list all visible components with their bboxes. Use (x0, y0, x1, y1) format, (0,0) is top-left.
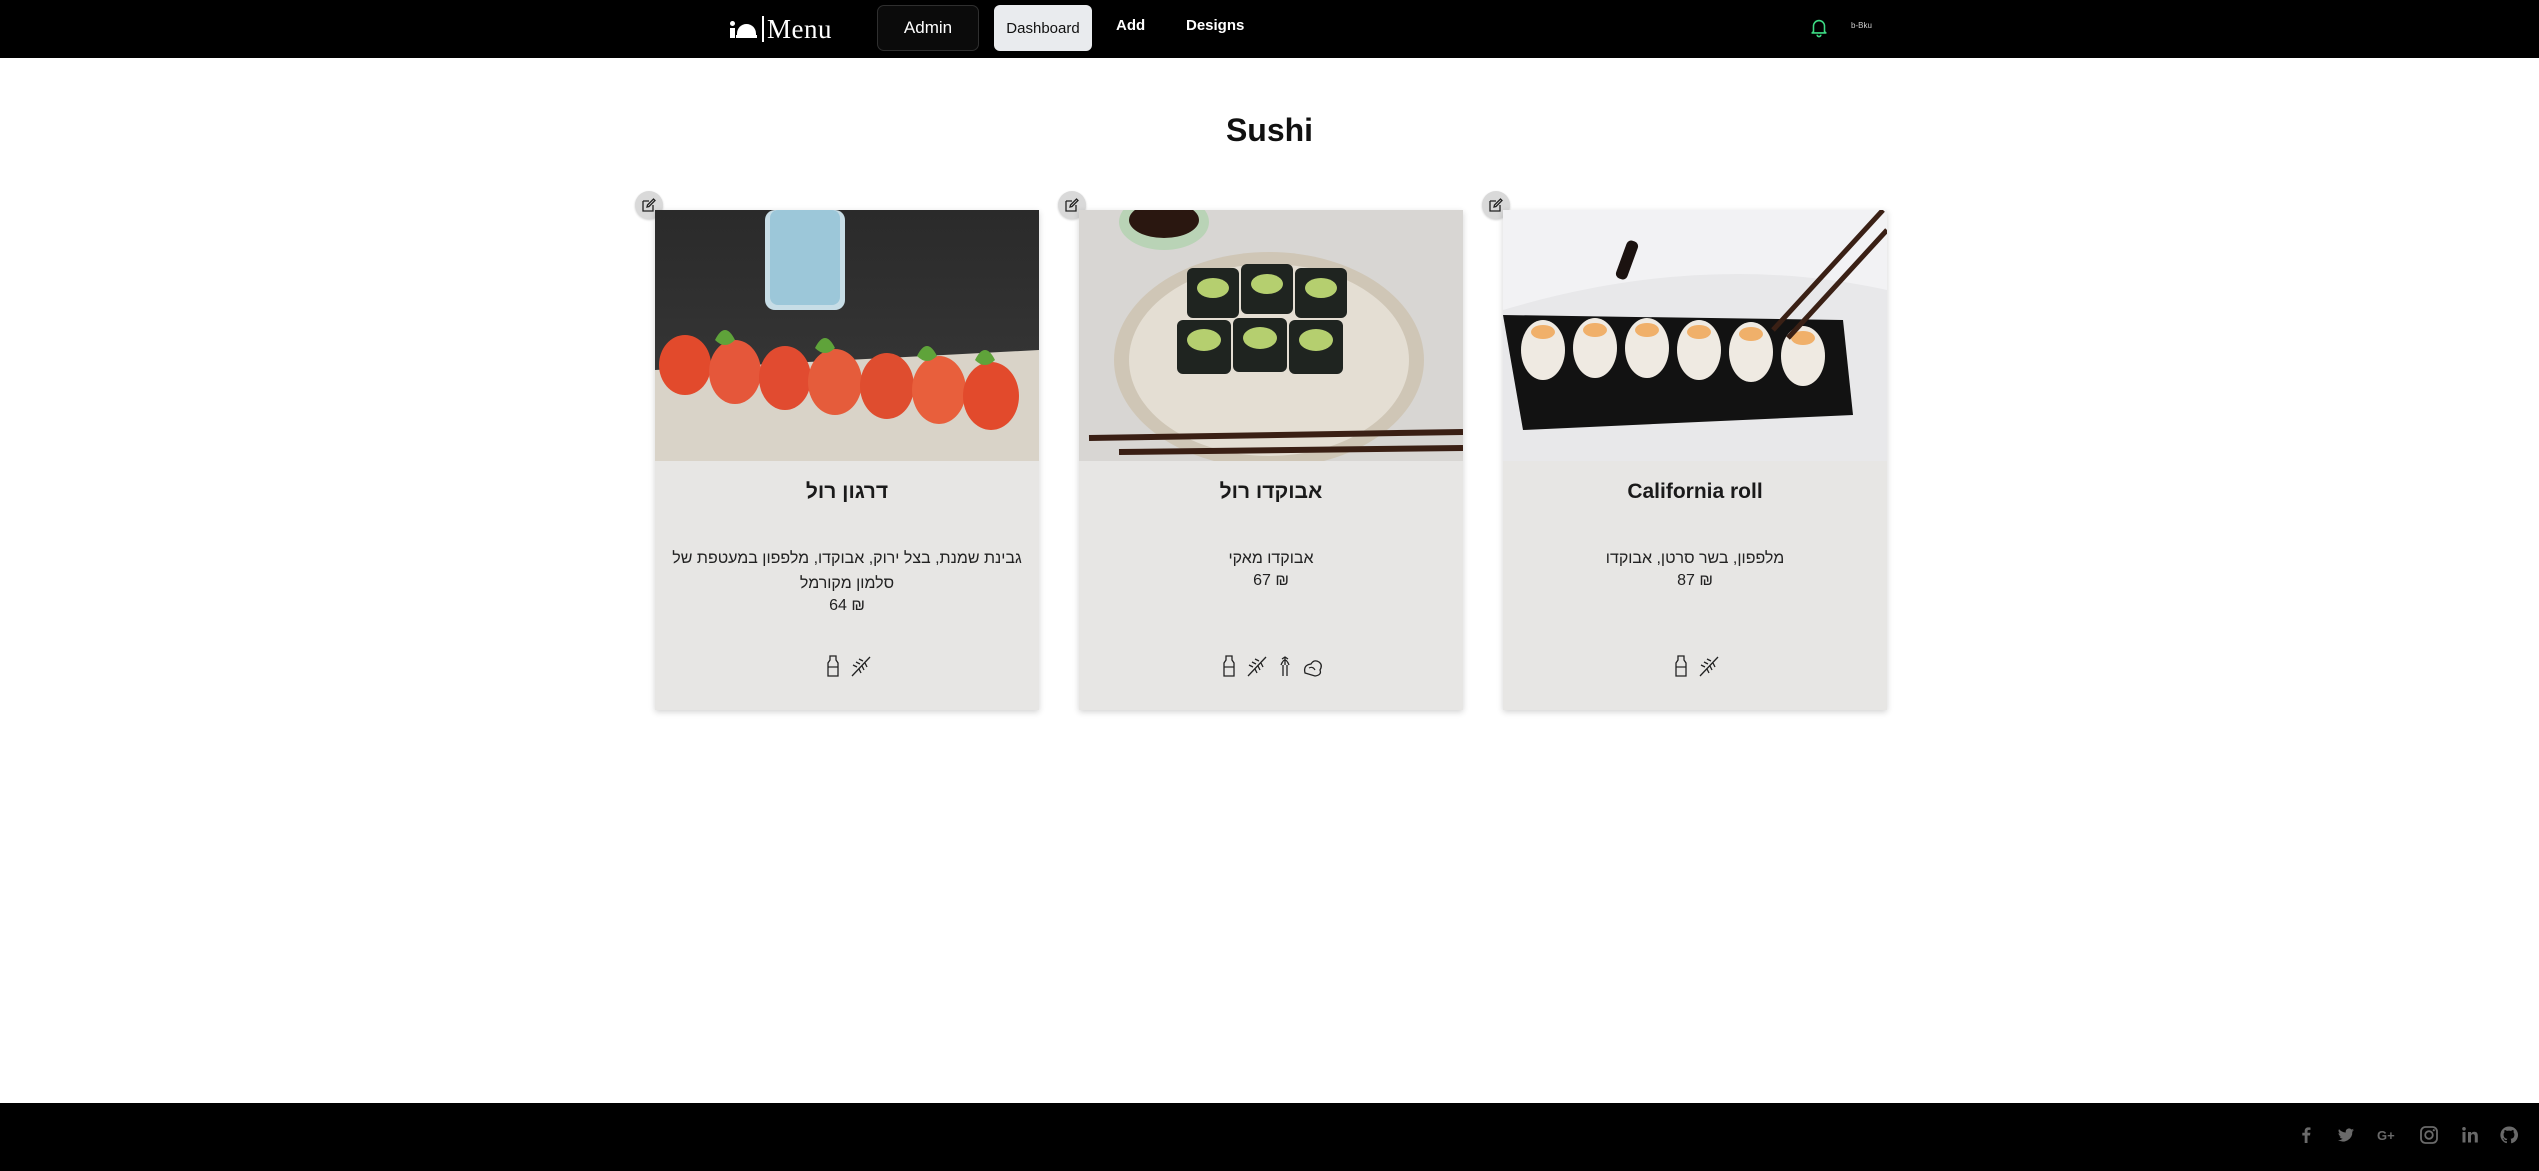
menu-item-card[interactable]: אבוקדו רול אבוקדו מאקי 67 ₪ (1079, 210, 1463, 710)
twitter-icon[interactable] (2335, 1124, 2357, 1146)
dish-image (1503, 210, 1887, 461)
edit-icon (1065, 198, 1079, 212)
wheat-icon (1247, 656, 1267, 677)
dish-description: מלפפון, בשר סרטן, אבוקדו (1605, 550, 1785, 567)
dish-description: אבוקדו מאקי (1228, 550, 1314, 567)
allergen-icons (1503, 653, 1887, 679)
instagram-icon[interactable] (2418, 1124, 2440, 1146)
bell-icon[interactable] (1808, 15, 1830, 39)
linkedin-icon[interactable] (2459, 1124, 2481, 1146)
menu-item-card[interactable]: דרגון רול גבינת שמנת, בצל ירוק, אבוקדו, … (655, 210, 1039, 710)
user-avatar-label[interactable]: b-Bku (1851, 21, 1872, 30)
nav-add[interactable]: Add (1116, 17, 1145, 34)
wheat-icon (1699, 656, 1719, 677)
wheat-icon (851, 656, 871, 677)
menu-item-card[interactable]: California roll מלפפון, בשר סרטן, אבוקדו… (1503, 210, 1887, 710)
dish-name: California roll (1627, 480, 1763, 503)
page-title: Sushi (1225, 112, 1314, 148)
allergen-icons (655, 653, 1039, 679)
facebook-icon[interactable] (2295, 1124, 2317, 1146)
admin-button[interactable]: Admin (877, 5, 979, 51)
celery-icon (1280, 656, 1290, 676)
nav-designs[interactable]: Designs (1186, 17, 1244, 34)
dish-description: גבינת שמנת, בצל ירוק, אבוקדו, מלפפון במע… (672, 550, 1022, 592)
edit-icon (1489, 198, 1503, 212)
milk-icon (827, 655, 839, 677)
github-icon[interactable] (2498, 1124, 2520, 1146)
milk-icon (1675, 655, 1687, 677)
dish-price: 67 ₪ (1253, 572, 1289, 589)
dish-name: דרגון רול (805, 480, 889, 503)
egg-icon (1303, 660, 1322, 677)
google-plus-icon[interactable]: G+ (2376, 1124, 2398, 1146)
dish-image (1079, 210, 1463, 461)
nav-dashboard[interactable]: Dashboard (994, 5, 1092, 51)
svg-text:G+: G+ (2377, 1128, 2395, 1143)
logo-text: Menu (762, 16, 832, 43)
allergen-icons (1079, 653, 1463, 679)
cloche-logo-icon (730, 19, 757, 39)
top-navbar: Menu Admin Dashboard Add Designs b-Bku (0, 0, 2539, 58)
dish-name: אבוקדו רול (1219, 480, 1323, 503)
footer (0, 1103, 2539, 1171)
dish-price: 87 ₪ (1677, 572, 1713, 589)
dish-image (655, 210, 1039, 461)
dish-price: 64 ₪ (829, 597, 865, 614)
milk-icon (1223, 655, 1235, 677)
menu-logo[interactable]: Menu (730, 12, 832, 46)
